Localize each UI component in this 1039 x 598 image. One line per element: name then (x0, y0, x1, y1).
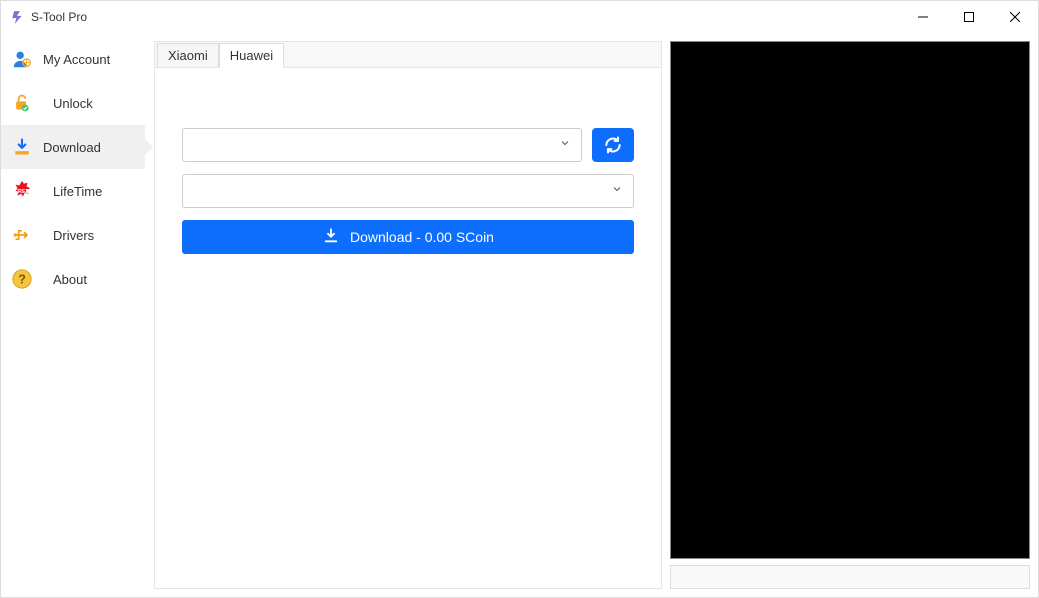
sidebar-item-drivers[interactable]: Drivers (1, 213, 145, 257)
firmware-select[interactable] (182, 174, 634, 208)
svg-text:?: ? (18, 272, 26, 287)
download-button[interactable]: Download - 0.00 SCoin (182, 220, 634, 254)
account-icon (11, 48, 33, 70)
app-title: S-Tool Pro (31, 10, 87, 24)
app-icon (9, 9, 25, 25)
sidebar: My Account Unlock Download FREE LifeTime… (1, 33, 146, 597)
download-icon (11, 136, 33, 158)
tab-label: Xiaomi (168, 48, 208, 63)
sidebar-item-unlock[interactable]: Unlock (1, 81, 145, 125)
tab-bar: Xiaomi Huawei (155, 42, 661, 68)
model-select[interactable] (182, 128, 582, 162)
sidebar-item-label: About (43, 272, 145, 287)
usb-icon (11, 224, 33, 246)
sidebar-item-label: Unlock (43, 96, 145, 111)
main-area: Xiaomi Huawei (146, 33, 1038, 597)
right-column (670, 41, 1030, 589)
sidebar-item-download[interactable]: Download (1, 125, 145, 169)
tab-label: Huawei (230, 48, 273, 63)
preview-panel (670, 41, 1030, 559)
sidebar-item-label: Download (43, 140, 145, 155)
tab-content: Download - 0.00 SCoin (155, 68, 661, 588)
chevron-down-icon (559, 136, 571, 154)
sidebar-item-lifetime[interactable]: FREE LifeTime (1, 169, 145, 213)
tab-xiaomi[interactable]: Xiaomi (157, 43, 219, 68)
content-pane: Xiaomi Huawei (154, 41, 662, 589)
titlebar: S-Tool Pro (1, 1, 1038, 33)
unlock-icon (11, 92, 33, 114)
sidebar-item-about[interactable]: ? About (1, 257, 145, 301)
refresh-icon (603, 135, 623, 155)
free-badge-icon: FREE (11, 180, 33, 202)
download-icon (322, 227, 340, 248)
sidebar-item-label: My Account (43, 52, 145, 67)
refresh-button[interactable] (592, 128, 634, 162)
close-button[interactable] (992, 2, 1038, 32)
sidebar-item-label: Drivers (43, 228, 145, 243)
sidebar-item-label: LifeTime (43, 184, 145, 199)
tab-huawei[interactable]: Huawei (219, 43, 284, 68)
log-panel (670, 565, 1030, 589)
download-button-label: Download - 0.00 SCoin (350, 229, 494, 245)
question-icon: ? (11, 268, 33, 290)
svg-text:FREE: FREE (15, 189, 30, 195)
sidebar-item-my-account[interactable]: My Account (1, 37, 145, 81)
maximize-button[interactable] (946, 2, 992, 32)
minimize-button[interactable] (900, 2, 946, 32)
chevron-down-icon (611, 182, 623, 200)
